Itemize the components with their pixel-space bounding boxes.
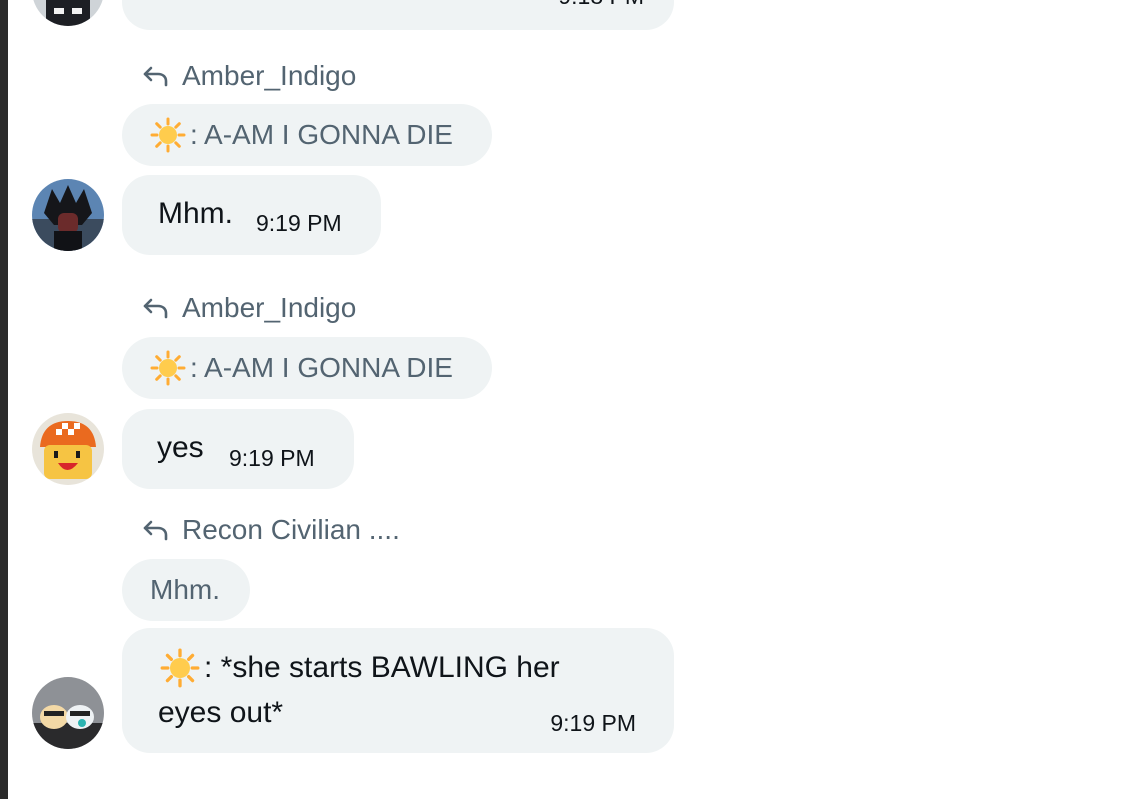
window-left-edge — [0, 0, 8, 799]
reply-arrow-icon — [143, 298, 168, 319]
message-bubble[interactable]: Mhm. 9:19 PM — [122, 175, 381, 255]
reply-username: Recon Civilian .... — [182, 514, 400, 545]
message-text: : *she starts BAWLING her — [160, 648, 560, 688]
message-timestamp: 9:19 PM — [550, 710, 636, 736]
sun-emoji-icon — [160, 648, 200, 688]
avatar[interactable] — [32, 413, 104, 485]
message-text: Mhm. — [158, 197, 233, 230]
message-bubble[interactable]: 9:18 PM — [122, 0, 674, 30]
quoted-text: : A-AM I GONNA DIE — [190, 352, 453, 383]
quoted-text: : A-AM I GONNA DIE — [190, 119, 453, 150]
quoted-message[interactable]: : A-AM I GONNA DIE — [122, 337, 492, 399]
quoted-text: Mhm. — [150, 574, 220, 605]
reply-username: Amber_Indigo — [182, 292, 357, 323]
message-timestamp: 9:18 PM — [558, 0, 644, 10]
message-timestamp: 9:19 PM — [256, 210, 342, 236]
message-text-line: eyes out* — [158, 696, 284, 729]
reply-arrow-icon — [143, 66, 168, 87]
reply-context[interactable]: Amber_Indigo — [142, 59, 356, 93]
message-bubble[interactable]: yes 9:19 PM — [122, 409, 354, 489]
message-text: yes — [157, 431, 204, 464]
reply-context[interactable]: Amber_Indigo — [142, 291, 356, 325]
sun-emoji-icon — [150, 350, 186, 386]
sun-emoji-icon — [150, 117, 186, 153]
reply-arrow-icon — [143, 520, 168, 541]
avatar[interactable] — [32, 179, 104, 251]
avatar[interactable] — [32, 677, 104, 749]
quoted-message[interactable]: Mhm. — [122, 559, 250, 621]
reply-username: Amber_Indigo — [182, 60, 357, 91]
message-bubble[interactable]: : *she starts BAWLING her eyes out* 9:19… — [122, 628, 674, 753]
message-text-line: : *she starts BAWLING her — [204, 651, 560, 684]
message-timestamp: 9:19 PM — [229, 445, 315, 471]
reply-context[interactable]: Recon Civilian .... — [142, 513, 400, 547]
quoted-message[interactable]: : A-AM I GONNA DIE — [122, 104, 492, 166]
avatar[interactable] — [32, 0, 104, 26]
